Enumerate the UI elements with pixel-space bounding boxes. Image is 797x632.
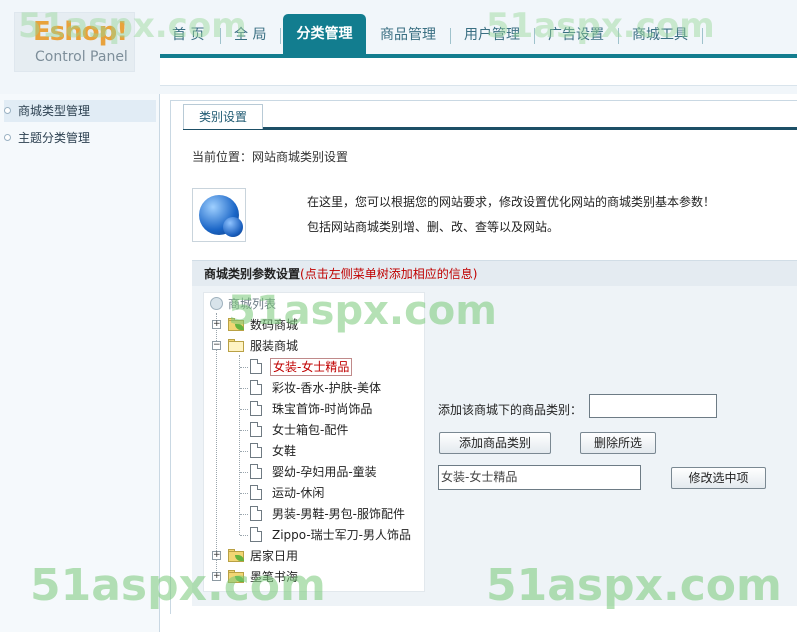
logo-title: Eshop! <box>33 17 128 47</box>
add-category-label: 添加该商城下的商品类别： <box>438 403 583 417</box>
header: Eshop! Control Panel 首 页 全 局 分类管理 商品管理 用… <box>0 0 797 94</box>
collapse-minus-icon[interactable]: − <box>212 341 221 350</box>
globe-small-shape <box>223 217 243 237</box>
document-icon <box>250 380 262 395</box>
nav-separator <box>534 28 535 44</box>
nav-item-products[interactable]: 商品管理 <box>378 21 438 49</box>
sidebar-item-mall-type[interactable]: 商城类型管理 <box>4 100 156 122</box>
document-icon <box>250 464 262 479</box>
globe-icon <box>192 188 246 242</box>
tree-node-label: 数码商城 <box>250 318 299 332</box>
nav-item-users[interactable]: 用户管理 <box>462 21 522 49</box>
nav-item-global[interactable]: 全 局 <box>232 21 268 49</box>
breadcrumb: 当前位置：网站商城类别设置 <box>192 150 349 164</box>
tree-node-home[interactable]: + 居家日用 <box>204 546 424 566</box>
tree-child-label: Zippo-瑞士军刀-男人饰品 <box>272 528 412 542</box>
panel-header: 商城类别参数设置(点击左侧菜单树添加相应的信息) <box>192 260 797 286</box>
sidebar-item-topic-category[interactable]: 主题分类管理 <box>4 127 156 149</box>
modify-selected-button[interactable]: 修改选中项 <box>671 467 766 489</box>
tree-connector <box>240 472 248 473</box>
nav-item-category[interactable]: 分类管理 <box>283 14 366 56</box>
page-root: Eshop! Control Panel 首 页 全 局 分类管理 商品管理 用… <box>0 0 797 632</box>
tree-child-label: 男装-男鞋-男包-服饰配件 <box>272 507 405 521</box>
tab-underline <box>183 127 797 130</box>
tree-child-label: 女士箱包-配件 <box>272 423 349 437</box>
tree-child-label: 彩妆-香水-护肤-美体 <box>272 381 381 395</box>
nav-separator <box>280 28 281 44</box>
tree-child-item[interactable]: 男装-男鞋-男包-服饰配件 <box>240 504 424 524</box>
bulb-icon <box>210 297 223 310</box>
tree-child-item[interactable]: 彩妆-香水-护肤-美体 <box>240 378 424 398</box>
category-name-input[interactable] <box>589 394 717 418</box>
logo[interactable]: Eshop! Control Panel <box>14 12 135 72</box>
folder-open-icon <box>228 339 244 352</box>
expand-plus-icon[interactable]: + <box>212 551 221 560</box>
tree-child-item[interactable]: Zippo-瑞士军刀-男人饰品 <box>240 525 424 545</box>
sidebar-item-label: 主题分类管理 <box>18 131 91 145</box>
tree-child-label: 运动-休闲 <box>272 486 325 500</box>
tree-connector <box>240 451 248 452</box>
nav-separator <box>450 28 451 44</box>
document-icon <box>250 485 262 500</box>
add-category-button[interactable]: 添加商品类别 <box>439 432 551 454</box>
tree-child-item[interactable]: 女鞋 <box>240 441 424 461</box>
document-icon <box>250 506 262 521</box>
nav-separator <box>220 28 221 44</box>
nav-item-tools[interactable]: 商城工具 <box>630 21 690 49</box>
tree-child-item[interactable]: 婴幼-孕妇用品-童装 <box>240 462 424 482</box>
delete-selected-button[interactable]: 删除所选 <box>580 432 656 454</box>
tree-connector <box>240 430 248 431</box>
document-icon <box>250 422 262 437</box>
nav-item-ads[interactable]: 广告设置 <box>546 21 606 49</box>
tree-child-selected-label: 女装-女士精品 <box>270 358 353 376</box>
tree-node-digital[interactable]: + 数码商城 <box>204 315 424 335</box>
tree-node-label: 居家日用 <box>250 549 299 563</box>
document-icon <box>250 401 262 416</box>
tree-root[interactable]: 商城列表 <box>204 294 424 314</box>
panel-title: 商城类别参数设置 <box>204 267 301 281</box>
tree-connector <box>240 388 248 389</box>
tree-child-label: 珠宝首饰-时尚饰品 <box>272 402 373 416</box>
main-panel: 类别设置 当前位置：网站商城类别设置 在这里，您可以根据您的网站要求，修改设置优… <box>170 100 797 614</box>
tree-child-label: 婴幼-孕妇用品-童装 <box>272 465 377 479</box>
tree-node-clothing[interactable]: − 服装商城 <box>204 336 424 356</box>
document-icon <box>250 443 262 458</box>
tree-connector <box>240 409 248 410</box>
intro-text-2: 包括网站商城类别增、删、改、查等以及网站。 <box>307 220 560 234</box>
folder-icon <box>228 318 244 331</box>
tree-child-label: 女鞋 <box>272 444 297 458</box>
tree-connector <box>240 493 248 494</box>
category-tree: 商城列表 + 数码商城 − 服装商城 女装-女士精品 彩妆-香水-护肤-美体 珠… <box>203 292 425 592</box>
nav-item-home[interactable]: 首 页 <box>170 21 206 49</box>
tree-child-item[interactable]: 女士箱包-配件 <box>240 420 424 440</box>
tree-root-label: 商城列表 <box>228 297 277 311</box>
tree-child-item[interactable]: 珠宝首饰-时尚饰品 <box>240 399 424 419</box>
tree-node-label: 服装商城 <box>250 339 299 353</box>
tree-child-item[interactable]: 运动-休闲 <box>240 483 424 503</box>
sidebar-item-label: 商城类型管理 <box>18 104 91 118</box>
tree-node-books[interactable]: + 墨笔书海 <box>204 567 424 587</box>
nav-separator <box>702 28 703 44</box>
document-icon <box>250 359 262 374</box>
tree-connector <box>240 367 248 368</box>
tab-category-settings[interactable]: 类别设置 <box>183 104 263 129</box>
intro-text-1: 在这里，您可以根据您的网站要求，修改设置优化网站的商城类别基本参数！ <box>307 195 716 209</box>
tree-node-label: 墨笔书海 <box>250 570 299 584</box>
tree-connector <box>240 535 248 536</box>
folder-icon <box>228 549 244 562</box>
bullet-icon <box>4 134 11 141</box>
panel-hint: (点击左侧菜单树添加相应的信息) <box>300 267 478 281</box>
expand-plus-icon[interactable]: + <box>212 320 221 329</box>
folder-icon <box>228 570 244 583</box>
selected-item-field[interactable]: 女装-女士精品 <box>438 465 641 490</box>
tree-child-item[interactable]: 女装-女士精品 <box>240 357 424 377</box>
logo-subtitle: Control Panel <box>35 49 128 65</box>
bullet-icon <box>4 107 11 114</box>
tree-connector <box>240 514 248 515</box>
expand-plus-icon[interactable]: + <box>212 572 221 581</box>
document-icon <box>250 527 262 542</box>
nav-separator <box>618 28 619 44</box>
subheader-bar <box>160 58 797 86</box>
sidebar: 商城类型管理 主题分类管理 <box>0 94 160 632</box>
